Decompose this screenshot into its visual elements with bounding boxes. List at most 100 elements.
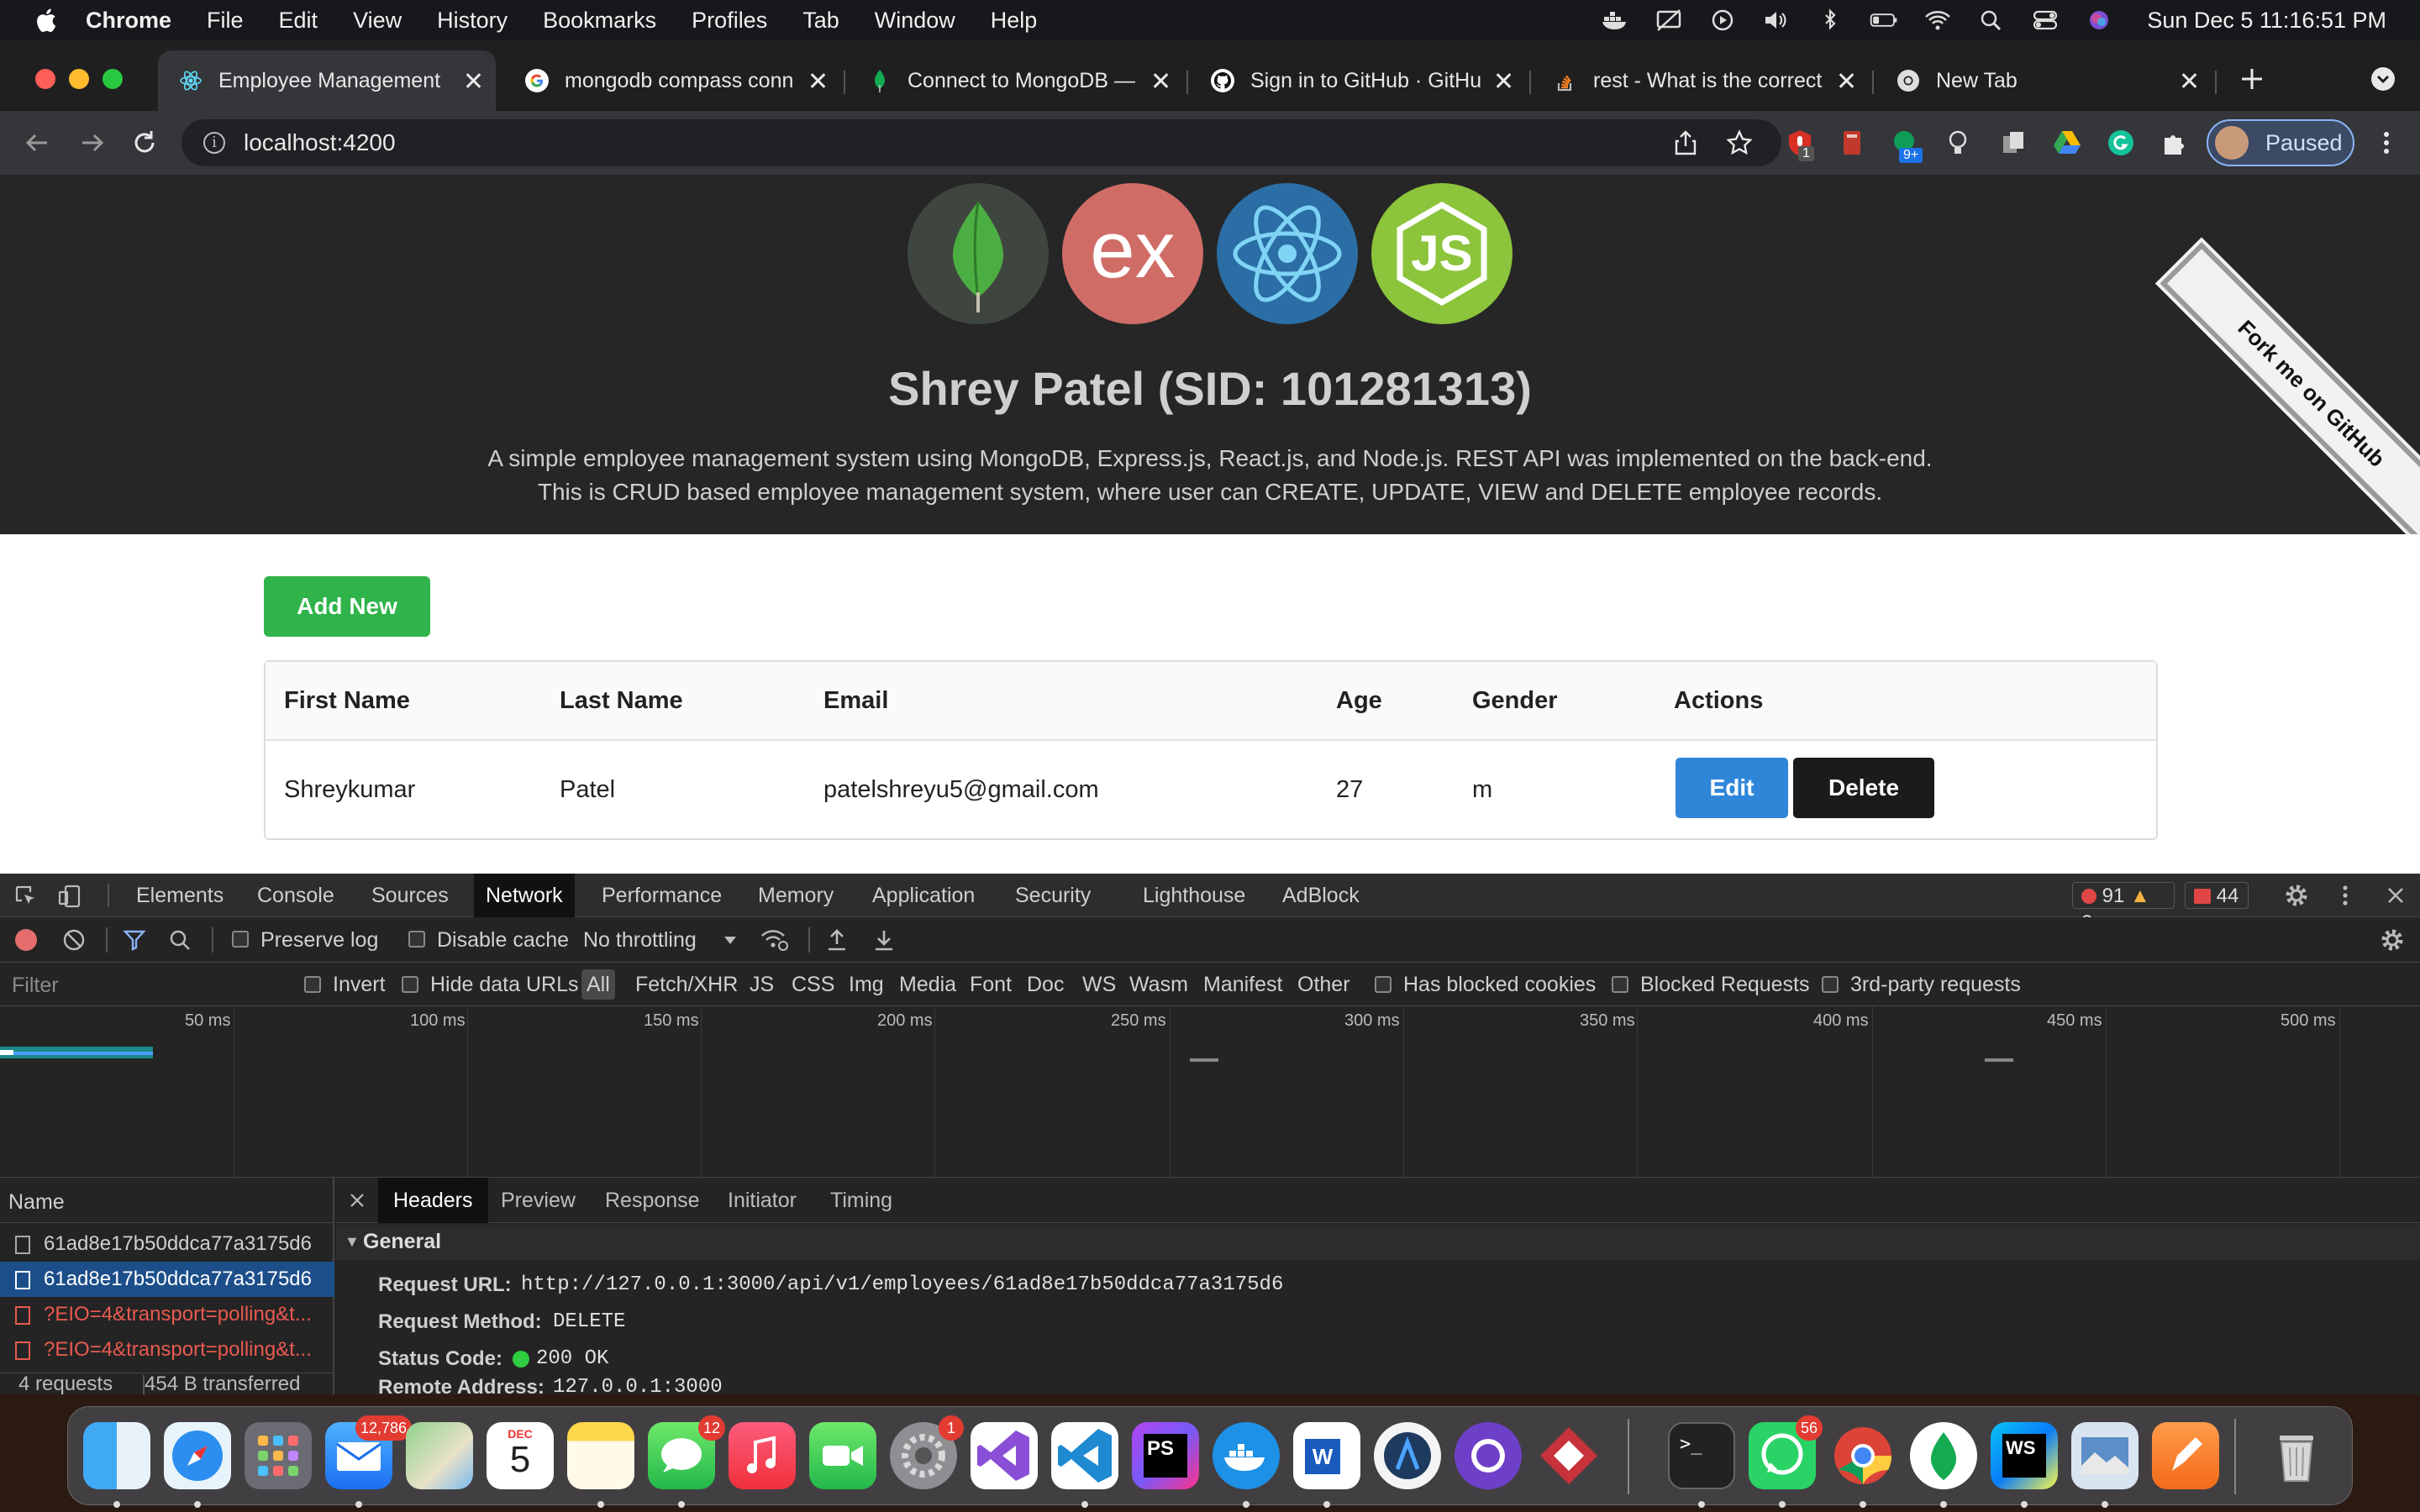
detail-tab-timing[interactable]: Timing — [815, 1178, 908, 1223]
tab-stackoverflow-rest[interactable]: rest - What is the correct — [1533, 50, 1869, 111]
menu-window[interactable]: Window — [875, 8, 955, 34]
window-minimize-button[interactable] — [69, 69, 89, 89]
type-filter-js[interactable]: JS — [750, 963, 774, 1005]
type-filter-other[interactable]: Other — [1297, 963, 1350, 1005]
filter-input[interactable]: Filter — [12, 964, 272, 1006]
finder-icon[interactable] — [83, 1422, 150, 1489]
whatsapp-icon[interactable]: 56 — [1749, 1415, 1823, 1489]
devtools-tab-lighthouse[interactable]: Lighthouse — [1131, 874, 1257, 917]
devtools-close-icon[interactable] — [2383, 883, 2408, 908]
type-filter-fetch-xhr[interactable]: Fetch/XHR — [635, 963, 738, 1005]
device-toolbar-icon[interactable] — [57, 884, 82, 909]
third-party-requests-checkbox[interactable] — [1822, 976, 1839, 993]
webstorm-icon[interactable]: WS — [1991, 1422, 2058, 1489]
edit-employee-button[interactable]: Edit — [1676, 758, 1788, 818]
detail-tab-preview[interactable]: Preview — [486, 1178, 591, 1223]
type-filter-wasm[interactable]: Wasm — [1129, 963, 1188, 1005]
bookmark-star-icon[interactable] — [1726, 129, 1753, 156]
window-close-button[interactable] — [35, 69, 55, 89]
maps-icon[interactable] — [406, 1422, 473, 1489]
search-icon[interactable] — [168, 928, 192, 952]
detail-tab-initiator[interactable]: Initiator — [713, 1178, 812, 1223]
devtools-tab-performance[interactable]: Performance — [590, 874, 734, 917]
notes-icon[interactable] — [567, 1422, 634, 1489]
extensions-puzzle-icon[interactable] — [2160, 128, 2190, 158]
type-filter-media[interactable]: Media — [899, 963, 956, 1005]
battery-icon[interactable] — [1870, 8, 1898, 32]
forward-arrow-icon[interactable] — [77, 128, 108, 158]
phpstorm-icon[interactable]: PS — [1132, 1422, 1199, 1489]
back-arrow-icon[interactable] — [22, 128, 52, 158]
menu-view[interactable]: View — [353, 8, 402, 34]
docker-status-icon[interactable] — [1601, 8, 1629, 32]
network-settings-gear-icon[interactable] — [2380, 927, 2405, 953]
devtools-tab-console[interactable]: Console — [245, 874, 346, 917]
extension-pages-icon[interactable] — [1998, 128, 2028, 158]
address-bar[interactable]: i localhost:4200 — [182, 119, 1781, 166]
menu-app-name[interactable]: Chrome — [86, 8, 171, 34]
request-row[interactable]: 61ad8e17b50ddca77a3175d6 — [0, 1226, 334, 1262]
invert-checkbox[interactable] — [304, 976, 321, 993]
inspect-element-icon[interactable] — [13, 884, 39, 909]
facetime-icon[interactable] — [809, 1422, 876, 1489]
devtools-tab-application[interactable]: Application — [860, 874, 986, 917]
preserve-log-checkbox[interactable] — [232, 931, 249, 948]
general-section-header[interactable]: ▼ General — [336, 1225, 2420, 1260]
disable-cache-checkbox[interactable] — [408, 931, 425, 948]
preview-icon[interactable] — [2071, 1422, 2139, 1489]
share-icon[interactable] — [1672, 129, 1699, 156]
instruments-icon[interactable] — [1374, 1422, 1441, 1489]
apple-icon[interactable] — [34, 7, 57, 34]
import-har-icon[interactable] — [825, 927, 849, 953]
devtools-tab-elements[interactable]: Elements — [124, 874, 235, 917]
export-har-icon[interactable] — [872, 927, 896, 953]
devtools-tab-network[interactable]: Network — [474, 874, 575, 917]
git-client-icon[interactable] — [1535, 1422, 1602, 1489]
tab-mongodb-compass-search[interactable]: mongodb compass conn — [504, 50, 840, 111]
extension-bulb-icon[interactable] — [1943, 128, 1973, 158]
play-circle-icon[interactable] — [1708, 8, 1737, 32]
chrome-dock-icon[interactable] — [1829, 1422, 1897, 1489]
menu-tab[interactable]: Tab — [802, 8, 839, 34]
devtools-tab-sources[interactable]: Sources — [360, 874, 460, 917]
wifi-icon[interactable] — [1923, 8, 1952, 32]
volume-icon[interactable] — [1762, 8, 1791, 32]
delete-employee-button[interactable]: Delete — [1793, 758, 1934, 818]
type-filter-ws[interactable]: WS — [1082, 963, 1116, 1005]
detail-tab-headers[interactable]: Headers — [378, 1178, 488, 1223]
type-filter-manifest[interactable]: Manifest — [1203, 963, 1282, 1005]
type-filter-font[interactable]: Font — [970, 963, 1012, 1005]
issues-badge[interactable]: 44 — [2185, 882, 2249, 909]
docker-icon[interactable] — [1213, 1422, 1280, 1489]
menu-profiles[interactable]: Profiles — [692, 8, 767, 34]
add-new-employee-button[interactable]: Add New — [264, 576, 430, 637]
spotlight-search-icon[interactable] — [1977, 8, 2006, 32]
menu-bar-clock[interactable]: Sun Dec 5 11:16:51 PM — [2147, 8, 2386, 34]
filter-funnel-icon[interactable] — [123, 928, 146, 952]
console-errors-warnings-badge[interactable]: 91 ▲ 2 — [2072, 882, 2175, 934]
throttling-select[interactable]: No throttling — [583, 919, 697, 961]
tab-search-chevron-icon[interactable] — [2370, 66, 2396, 92]
devtools-tab-adblock[interactable]: AdBlock — [1270, 874, 1371, 917]
tab-new-tab[interactable]: New Tab — [1876, 50, 2212, 111]
tab-close-icon[interactable] — [2178, 70, 2200, 92]
menu-file[interactable]: File — [207, 8, 244, 34]
network-conditions-icon[interactable] — [760, 927, 790, 953]
bluetooth-icon[interactable] — [1816, 8, 1844, 32]
blocked-requests-checkbox[interactable] — [1612, 976, 1628, 993]
hide-data-urls-checkbox[interactable] — [402, 976, 418, 993]
tab-github-sign-in[interactable]: Sign in to GitHub · GitHub — [1190, 50, 1526, 111]
messages-icon[interactable]: 12 — [648, 1415, 726, 1489]
menu-help[interactable]: Help — [991, 8, 1038, 34]
tab-close-icon[interactable] — [1150, 70, 1171, 92]
tab-employee-management[interactable]: Employee Management — [158, 50, 496, 111]
siri-icon[interactable] — [2085, 8, 2113, 32]
pages-icon[interactable] — [2152, 1422, 2219, 1489]
mail-icon[interactable]: 12,786 — [325, 1415, 413, 1489]
chrome-menu-kebab-icon[interactable] — [2371, 128, 2402, 158]
type-filter-css[interactable]: CSS — [792, 963, 834, 1005]
extension-book-icon[interactable] — [1837, 128, 1867, 158]
type-filter-all[interactable]: All — [581, 969, 615, 1000]
request-row-selected[interactable]: 61ad8e17b50ddca77a3175d6 — [0, 1262, 334, 1297]
network-waterfall-overview[interactable]: 50 ms 100 ms 150 ms 200 ms 250 ms 300 ms… — [0, 1006, 2420, 1178]
